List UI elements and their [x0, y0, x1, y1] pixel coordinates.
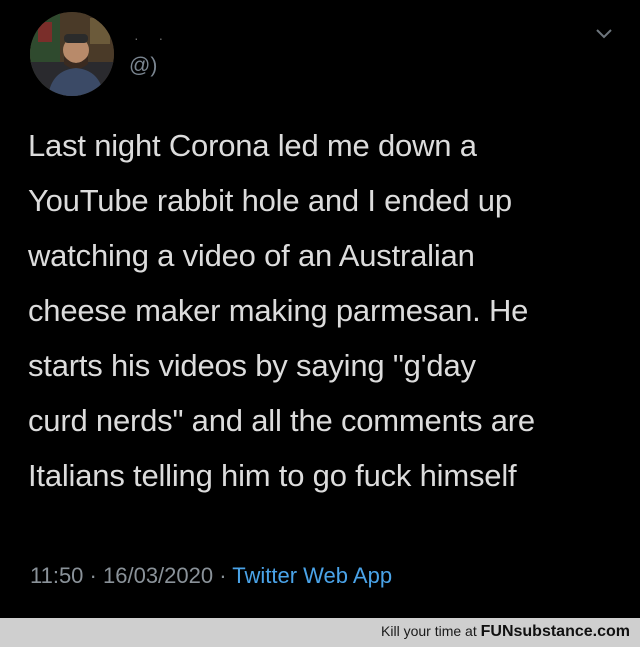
user-handle[interactable]: @): [129, 54, 157, 78]
tweet-text-line: Italians telling him to go fuck himself: [28, 458, 517, 493]
tweet-text-line: curd nerds" and all the comments are: [28, 403, 535, 438]
watermark-footer: Kill your time at FUNsubstance.com: [0, 618, 640, 647]
tweet-card: · · @) Last night Corona led me down a Y…: [0, 0, 640, 618]
tweet-date[interactable]: 16/03/2020: [103, 563, 213, 588]
watermark-brand[interactable]: FUNsubstance.com: [481, 623, 630, 640]
tweet-text-line: starts his videos by saying "g'day: [28, 348, 476, 383]
tweet-text: Last night Corona led me down a YouTube …: [28, 118, 628, 503]
tweet-text-line: cheese maker making parmesan. He: [28, 293, 529, 328]
tweet-source-link[interactable]: Twitter Web App: [232, 563, 392, 588]
tweet-text-line: Last night Corona led me down a: [28, 128, 477, 163]
watermark-prefix: Kill your time at: [381, 623, 481, 639]
tweet-text-line: watching a video of an Australian: [28, 238, 475, 273]
meta-separator: ·: [219, 563, 227, 588]
meta-separator: ·: [89, 563, 97, 588]
display-name[interactable]: · ·: [134, 30, 171, 46]
avatar-photo: [30, 12, 114, 96]
watermark-text: Kill your time at FUNsubstance.com: [381, 623, 630, 641]
avatar[interactable]: [30, 12, 114, 96]
tweet-meta: 11:50 · 16/03/2020 · Twitter Web App: [30, 563, 392, 589]
tweet-text-line: YouTube rabbit hole and I ended up: [28, 183, 512, 218]
chevron-down-icon[interactable]: [594, 26, 614, 42]
tweet-time[interactable]: 11:50: [30, 563, 83, 588]
